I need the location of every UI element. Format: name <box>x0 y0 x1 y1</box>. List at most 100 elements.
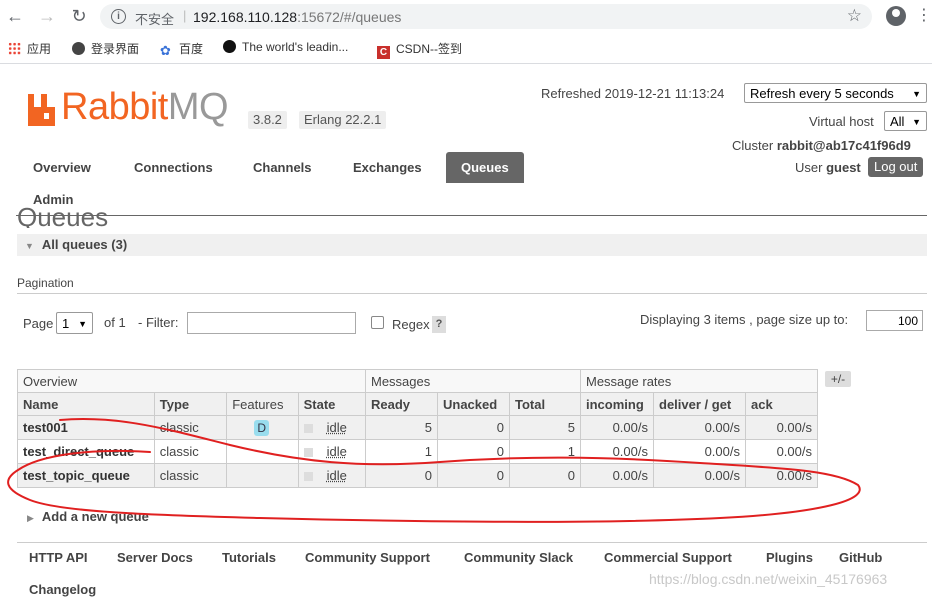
rate-ack: 0.00/s <box>745 415 818 440</box>
footer-link-github[interactable]: GitHub <box>839 550 882 565</box>
add-queue-section-toggle[interactable]: ▶ Add a new queue <box>27 509 149 524</box>
messages-unacked: 0 <box>437 463 510 488</box>
table-row[interactable]: test_topic_queue classic idle 0 0 0 0.00… <box>17 463 818 488</box>
column-toggle-button[interactable]: +/- <box>825 371 851 387</box>
chevron-down-icon: ▼ <box>912 89 921 99</box>
col-ready[interactable]: Ready <box>365 392 438 416</box>
page-size-input[interactable] <box>866 310 923 331</box>
regex-checkbox[interactable] <box>371 316 384 329</box>
footer-link-community-support[interactable]: Community Support <box>305 550 430 565</box>
triangle-down-icon: ▼ <box>25 241 34 251</box>
footer-link-changelog[interactable]: Changelog <box>29 582 96 597</box>
messages-ready: 0 <box>365 463 438 488</box>
tab-connections[interactable]: Connections <box>134 160 213 175</box>
messages-ready: 1 <box>365 439 438 464</box>
bookmark-login[interactable]: 登录界面 <box>72 40 139 58</box>
logo-wordmark: RabbitMQ <box>61 86 229 128</box>
refreshed-timestamp: Refreshed 2019-12-21 11:13:24 <box>541 86 725 101</box>
bookmark-github[interactable]: The world's leadin... <box>223 40 348 58</box>
footer-link-server-docs[interactable]: Server Docs <box>117 550 193 565</box>
page-number-value: 1 <box>62 316 70 331</box>
all-queues-section-toggle[interactable]: ▼ All queues (3) <box>17 234 927 256</box>
queue-type: classic <box>153 463 228 488</box>
globe-icon <box>72 42 85 55</box>
tab-queues[interactable]: Queues <box>446 152 524 183</box>
col-ack[interactable]: ack <box>745 392 818 416</box>
address-bar[interactable]: i 不安全 | 192.168.110.128:15672/#/queues ☆ <box>100 4 872 29</box>
bookmark-star-icon[interactable]: ☆ <box>847 6 862 26</box>
reload-icon[interactable]: ↻ <box>69 6 89 26</box>
footer-link-commercial-support[interactable]: Commercial Support <box>604 550 732 565</box>
footer-link-community-slack[interactable]: Community Slack <box>464 550 573 565</box>
back-arrow-icon[interactable]: ← <box>5 6 25 26</box>
section-title: All queues (3) <box>41 237 128 252</box>
queue-name-link[interactable]: test_direct_queue <box>17 439 155 464</box>
state-label: idle <box>326 468 347 483</box>
col-total[interactable]: Total <box>509 392 581 416</box>
refresh-interval-select[interactable]: Refresh every 5 seconds ▼ <box>744 83 927 103</box>
footer-link-plugins[interactable]: Plugins <box>766 550 813 565</box>
regex-label: Regex <box>392 317 430 332</box>
security-label: 不安全 <box>135 12 175 27</box>
col-features[interactable]: Features <box>226 392 299 416</box>
tab-admin[interactable]: Admin <box>33 192 73 207</box>
group-overview: Overview <box>17 369 366 393</box>
displaying-info: Displaying 3 items , page size up to: <box>640 312 849 327</box>
tab-channels[interactable]: Channels <box>253 160 312 175</box>
tab-overview[interactable]: Overview <box>33 160 91 175</box>
bookmark-baidu[interactable]: ✿ 百度 <box>160 40 203 58</box>
table-column-header: Name Type Features State Ready Unacked T… <box>17 392 818 416</box>
state-label: idle <box>326 420 347 435</box>
footer-link-tutorials[interactable]: Tutorials <box>222 550 276 565</box>
regex-help-icon[interactable]: ? <box>432 316 446 333</box>
url-path: :15672/#/queues <box>297 9 402 25</box>
bookmarks-bar: 应用 登录界面 ✿ 百度 The world's leadin... C CSDN-… <box>0 33 932 64</box>
virtual-host-select[interactable]: All ▼ <box>884 111 927 131</box>
cluster-name: rabbit@ab17c41f96d9 <box>776 138 911 153</box>
col-unacked[interactable]: Unacked <box>437 392 510 416</box>
chevron-down-icon: ▼ <box>912 117 921 127</box>
queue-features <box>226 463 299 488</box>
group-message-rates: Message rates <box>580 369 818 393</box>
page-label: Page <box>23 316 54 331</box>
forward-arrow-icon[interactable]: → <box>37 6 57 26</box>
filter-input[interactable] <box>187 312 356 334</box>
table-row[interactable]: test001 classic D idle 5 0 5 0.00/s 0.00… <box>17 415 818 440</box>
col-state[interactable]: State <box>297 392 367 416</box>
col-incoming[interactable]: incoming <box>580 392 654 416</box>
messages-total: 5 <box>509 415 581 440</box>
bookmark-csdn[interactable]: C CSDN--签到 <box>377 40 462 59</box>
tab-exchanges[interactable]: Exchanges <box>353 160 422 175</box>
group-messages: Messages <box>365 369 581 393</box>
col-deliver-get[interactable]: deliver / get <box>653 392 746 416</box>
footer-link-http-api[interactable]: HTTP API <box>29 550 88 565</box>
page-title: Queues <box>17 206 109 228</box>
state-indicator-icon <box>303 472 313 481</box>
col-type[interactable]: Type <box>153 392 228 416</box>
url-text[interactable]: 192.168.110.128:15672/#/queues <box>193 9 401 25</box>
menu-kebab-icon[interactable]: ⋮ <box>916 6 932 26</box>
queue-name-link[interactable]: test_topic_queue <box>17 463 155 488</box>
bookmark-label: 应用 <box>27 42 52 56</box>
tabs-underline <box>16 215 927 216</box>
footer-divider <box>17 542 927 543</box>
csdn-icon: C <box>377 46 390 59</box>
rate-deliver-get: 0.00/s <box>653 463 746 488</box>
info-icon[interactable]: i <box>111 9 126 24</box>
queue-name-link[interactable]: test001 <box>17 415 155 440</box>
bookmark-label: CSDN--签到 <box>396 42 462 56</box>
messages-total: 0 <box>509 463 581 488</box>
account-icon[interactable] <box>886 6 906 26</box>
queue-features: D <box>226 415 299 440</box>
table-row[interactable]: test_direct_queue classic idle 1 0 1 0.0… <box>17 439 818 464</box>
bookmark-label: The world's leadin... <box>242 40 349 54</box>
rate-ack: 0.00/s <box>745 463 818 488</box>
queue-state: idle <box>297 463 367 488</box>
erlang-badge: Erlang 22.2.1 <box>299 111 387 129</box>
messages-total: 1 <box>509 439 581 464</box>
messages-ready: 5 <box>365 415 438 440</box>
col-name[interactable]: Name <box>17 392 155 416</box>
refresh-interval-value: Refresh every 5 seconds <box>750 86 894 101</box>
bookmark-apps[interactable]: 应用 <box>8 40 51 58</box>
page-number-select[interactable]: 1 ▼ <box>56 312 93 334</box>
